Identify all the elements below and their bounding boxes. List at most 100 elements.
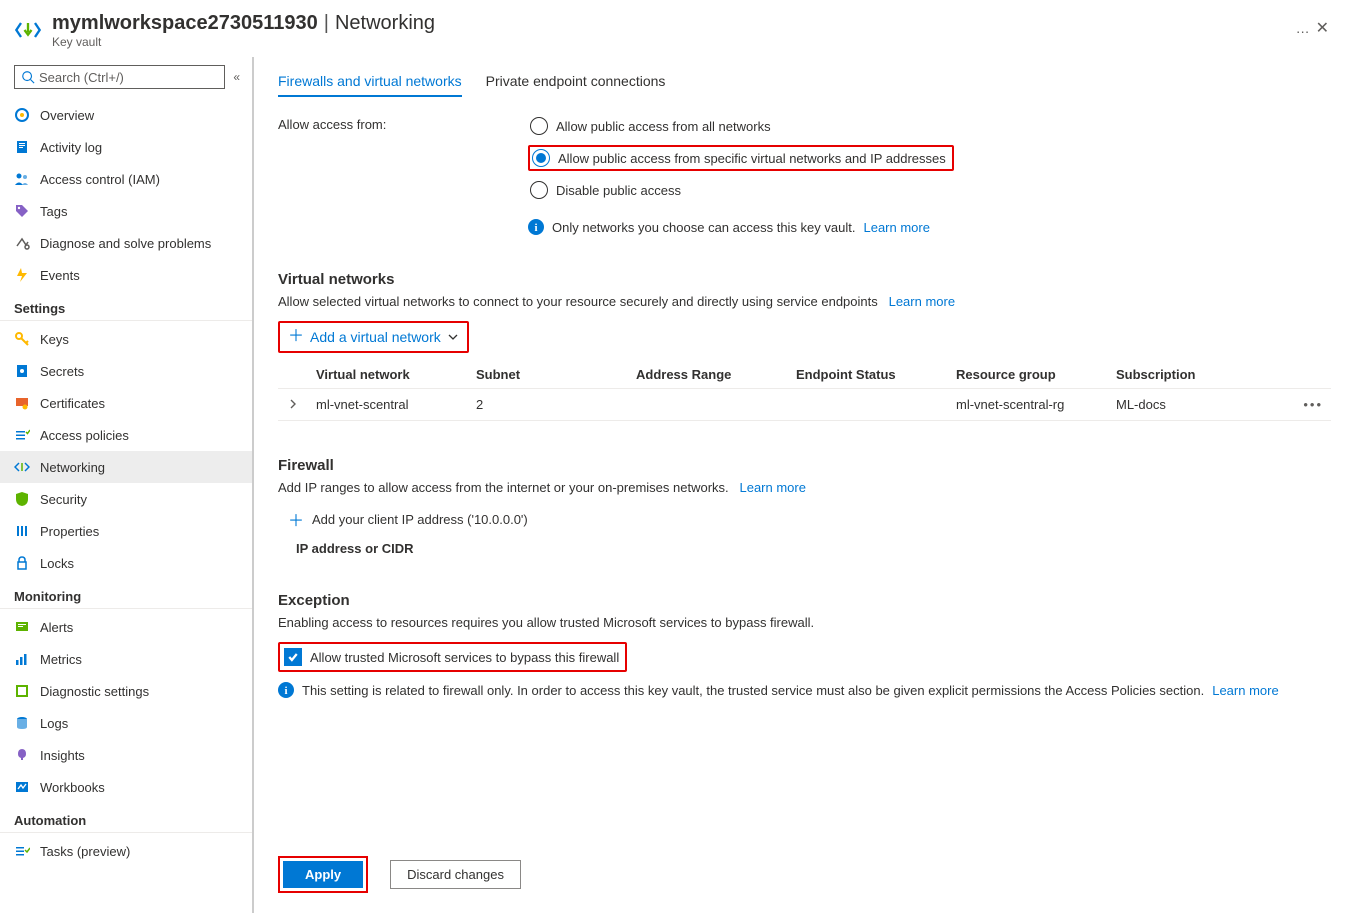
activity-icon [14,139,30,155]
add-client-ip-label: Add your client IP address ('10.0.0.0') [312,512,528,527]
sidebar-item-insights[interactable]: Insights [0,739,252,771]
sidebar-item-label: Overview [40,108,94,123]
sidebar-item-label: Tags [40,204,67,219]
radio-disable-access[interactable]: Disable public access [528,179,954,201]
sidebar-item-label: Diagnose and solve problems [40,236,211,251]
tab-firewalls[interactable]: Firewalls and virtual networks [278,73,462,97]
diag-icon [14,683,30,699]
resource-name: mymlworkspace2730511930 [52,12,318,35]
search-icon [21,70,35,84]
cell-subnet: 2 [468,389,628,421]
sidebar-item-label: Insights [40,748,85,763]
firewall-desc: Add IP ranges to allow access from the i… [278,480,1331,495]
sidebar-item-networking[interactable]: Networking [0,451,252,483]
collapse-sidebar-icon[interactable]: « [233,70,240,84]
sidebar-item-label: Locks [40,556,74,571]
col-range: Address Range [628,361,788,389]
sidebar-item-keys[interactable]: Keys [0,323,252,355]
learn-more-link[interactable]: Learn more [1212,683,1278,698]
sidebar-item-label: Security [40,492,87,507]
sidebar-section-heading: Settings [0,291,252,321]
logs-icon [14,715,30,731]
sidebar-item-metrics[interactable]: Metrics [0,643,252,675]
close-icon[interactable]: ✕ [1312,14,1333,42]
discard-button[interactable]: Discard changes [390,860,521,889]
sidebar-item-label: Alerts [40,620,73,635]
sidebar-item-activity[interactable]: Activity log [0,131,252,163]
ip-cidr-header: IP address or CIDR [296,541,1331,556]
sidebar-item-access-policies[interactable]: Access policies [0,419,252,451]
table-row[interactable]: ml-vnet-scentral2ml-vnet-scentral-rgML-d… [278,389,1331,421]
add-client-ip-button[interactable]: ＋ Add your client IP address ('10.0.0.0'… [288,507,1331,531]
radio-label: Allow public access from all networks [556,119,771,134]
events-icon [14,267,30,283]
sidebar-section-heading: Monitoring [0,579,252,609]
learn-more-link[interactable]: Learn more [863,220,929,235]
radio-icon [530,117,548,135]
svg-text:i: i [534,222,537,234]
cell-range [628,389,788,421]
vnets-heading: Virtual networks [278,271,1331,288]
vnets-table: Virtual network Subnet Address Range End… [278,361,1331,421]
plus-icon: ＋ [288,507,304,531]
sidebar-item-diagnose[interactable]: Diagnose and solve problems [0,227,252,259]
sidebar-item-workbooks[interactable]: Workbooks [0,771,252,803]
networking-icon [14,459,30,475]
secrets-icon [14,363,30,379]
sidebar-item-properties[interactable]: Properties [0,515,252,547]
keyvault-icon [14,16,42,44]
expand-row-icon[interactable] [278,389,308,421]
info-text: This setting is related to firewall only… [302,683,1204,698]
radio-all-networks[interactable]: Allow public access from all networks [528,115,954,137]
radio-selected-networks[interactable]: Allow public access from specific virtua… [528,145,954,171]
sidebar-item-security[interactable]: Security [0,483,252,515]
sidebar-item-iam[interactable]: Access control (IAM) [0,163,252,195]
learn-more-link[interactable]: Learn more [889,294,955,309]
apply-button[interactable]: Apply [283,861,363,888]
sidebar-item-overview[interactable]: Overview [0,99,252,131]
search-input[interactable]: Search (Ctrl+/) [14,65,225,89]
radio-icon [532,149,550,167]
locks-icon [14,555,30,571]
access-icon [14,427,30,443]
sidebar-item-alerts[interactable]: Alerts [0,611,252,643]
col-vnet: Virtual network [308,361,468,389]
sidebar-item-locks[interactable]: Locks [0,547,252,579]
sidebar-section-heading: Automation [0,803,252,833]
sidebar-item-label: Tasks (preview) [40,844,130,859]
cell-status [788,389,948,421]
learn-more-link[interactable]: Learn more [739,480,805,495]
plus-icon: ＋ [288,329,304,345]
more-menu-icon[interactable]: … [1296,20,1312,36]
sidebar-item-label: Secrets [40,364,84,379]
sidebar-item-events[interactable]: Events [0,259,252,291]
content: Firewalls and virtual networks Private e… [252,57,1355,913]
sidebar-item-secrets[interactable]: Secrets [0,355,252,387]
sidebar-item-tasks[interactable]: Tasks (preview) [0,835,252,867]
footer-actions: Apply Discard changes [278,856,521,893]
sidebar-item-certs[interactable]: Certificates [0,387,252,419]
add-vnet-button[interactable]: ＋ Add a virtual network [280,323,467,351]
sidebar-item-label: Workbooks [40,780,105,795]
bypass-firewall-checkbox[interactable]: Allow trusted Microsoft services to bypa… [280,644,625,670]
sidebar-item-label: Networking [40,460,105,475]
access-from-label: Allow access from: [278,115,528,132]
radio-label: Allow public access from specific virtua… [558,151,946,166]
checkbox-label: Allow trusted Microsoft services to bypa… [310,650,619,665]
exception-info: i This setting is related to firewall on… [278,682,1331,698]
firewall-heading: Firewall [278,457,1331,474]
sidebar-item-logs[interactable]: Logs [0,707,252,739]
search-placeholder: Search (Ctrl+/) [39,70,124,85]
radio-icon [530,181,548,199]
col-status: Endpoint Status [788,361,948,389]
col-rg: Resource group [948,361,1108,389]
sidebar-item-tags[interactable]: Tags [0,195,252,227]
exception-heading: Exception [278,592,1331,609]
svg-text:i: i [284,685,287,697]
sidebar-item-diag[interactable]: Diagnostic settings [0,675,252,707]
tab-private-endpoint[interactable]: Private endpoint connections [486,73,666,97]
row-more-icon[interactable]: ••• [1291,389,1331,421]
info-icon: i [528,219,544,235]
vnets-desc: Allow selected virtual networks to conne… [278,294,1331,309]
metrics-icon [14,651,30,667]
